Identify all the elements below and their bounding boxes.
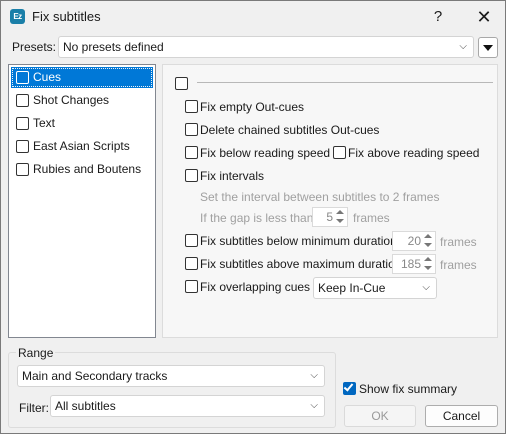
category-checkbox[interactable]: [16, 71, 29, 84]
checkmark-icon: [343, 381, 354, 392]
range-tracks-selected: Main and Secondary tracks: [22, 369, 168, 383]
presets-dropdown[interactable]: No presets defined ⌵: [58, 36, 474, 58]
ok-button[interactable]: OK: [344, 405, 416, 427]
gap-value: 5: [326, 210, 333, 224]
gap-spinbox[interactable]: 5: [312, 207, 348, 227]
cues-group-checkbox[interactable]: [175, 77, 188, 90]
min-duration-spinbox[interactable]: 20: [392, 231, 436, 251]
option-label: Fix overlapping cues: [200, 280, 311, 294]
category-label: Text: [33, 116, 56, 130]
chevron-down-icon: ⌵: [310, 370, 318, 381]
category-list: Cues Shot Changes Text East Asian Script…: [8, 64, 156, 338]
range-label: Range: [16, 346, 56, 360]
category-item-cues[interactable]: Cues: [11, 67, 153, 88]
chevron-down-icon: ⌵: [422, 282, 430, 293]
filter-selected: All subtitles: [55, 399, 116, 413]
category-label: Shot Changes: [33, 93, 110, 107]
option-fix-below-reading-speed[interactable]: Fix below reading speed: [185, 145, 330, 161]
option-label: Fix below reading speed: [200, 146, 331, 160]
group-divider: [197, 82, 493, 83]
overlap-mode-dropdown[interactable]: Keep In-Cue ⌵: [313, 277, 437, 299]
option-delete-chained-out-cues[interactable]: Delete chained subtitles Out-cues: [185, 122, 385, 138]
category-checkbox[interactable]: [16, 94, 29, 107]
triangle-down-icon: [483, 45, 493, 51]
chevron-down-icon: ⌵: [459, 41, 467, 52]
option-fix-empty-out-cues[interactable]: Fix empty Out-cues: [185, 99, 385, 115]
range-tracks-dropdown[interactable]: Main and Secondary tracks ⌵: [17, 365, 325, 387]
max-duration-unit: frames: [440, 258, 477, 272]
option-fix-below-min-duration[interactable]: Fix subtitles below minimum duration: [185, 233, 397, 249]
checkbox[interactable]: [185, 123, 198, 136]
option-label: Fix subtitles above maximum duration: [200, 257, 402, 271]
checkbox[interactable]: [185, 257, 198, 270]
option-label: Fix above reading speed: [348, 146, 480, 160]
spin-arrows-icon[interactable]: [335, 209, 346, 225]
window-title: Fix subtitles: [32, 9, 101, 24]
option-fix-above-max-duration[interactable]: Fix subtitles above maximum duration: [185, 256, 401, 272]
checkbox[interactable]: [185, 234, 198, 247]
category-item-text[interactable]: Text: [11, 113, 153, 134]
checkbox[interactable]: [185, 146, 198, 159]
presets-label: Presets:: [12, 40, 57, 54]
min-duration-unit: frames: [440, 235, 477, 249]
help-button[interactable]: ?: [423, 5, 453, 29]
option-label: Fix subtitles below minimum duration: [200, 234, 397, 248]
show-summary-label[interactable]: Show fix summary: [359, 382, 457, 396]
presets-selected: No presets defined: [63, 40, 164, 54]
option-fix-overlapping-cues[interactable]: Fix overlapping cues: [185, 279, 310, 295]
category-label: Cues: [33, 70, 62, 84]
presets-menu-button[interactable]: [478, 37, 498, 58]
max-duration-value: 185: [400, 257, 421, 271]
close-button[interactable]: ✕: [467, 5, 501, 29]
option-fix-above-reading-speed[interactable]: Fix above reading speed: [333, 145, 479, 161]
title-bar: Ez Fix subtitles ? ✕: [1, 1, 505, 31]
show-summary-checkbox[interactable]: [343, 381, 356, 395]
category-item-rubies-boutens[interactable]: Rubies and Boutens: [11, 159, 153, 180]
app-icon: Ez: [10, 9, 25, 24]
filter-label: Filter:: [19, 401, 49, 415]
option-label: Delete chained subtitles Out-cues: [200, 123, 380, 137]
option-fix-intervals[interactable]: Fix intervals: [185, 168, 285, 184]
cancel-button[interactable]: Cancel: [425, 405, 498, 427]
min-duration-value: 20: [407, 234, 421, 248]
max-duration-spinbox[interactable]: 185: [392, 254, 436, 274]
category-label: East Asian Scripts: [33, 139, 130, 153]
filter-dropdown[interactable]: All subtitles ⌵: [50, 395, 325, 417]
category-item-east-asian-scripts[interactable]: East Asian Scripts: [11, 136, 153, 157]
gap-label: If the gap is less than: [200, 211, 314, 225]
category-label: Rubies and Boutens: [33, 162, 142, 176]
checkbox[interactable]: [185, 169, 198, 182]
overlap-mode-selected: Keep In-Cue: [318, 281, 386, 295]
category-item-shot-changes[interactable]: Shot Changes: [11, 90, 153, 111]
checkbox[interactable]: [185, 280, 198, 293]
checkbox[interactable]: [185, 100, 198, 113]
category-checkbox[interactable]: [16, 140, 29, 153]
category-checkbox[interactable]: [16, 163, 29, 176]
checkbox[interactable]: [333, 146, 346, 159]
spin-arrows-icon[interactable]: [423, 256, 434, 272]
spin-arrows-icon[interactable]: [423, 233, 434, 249]
option-label: Fix intervals: [200, 169, 265, 183]
chevron-down-icon: ⌵: [310, 400, 318, 411]
interval-description: Set the interval between subtitles to 2 …: [200, 190, 440, 204]
category-checkbox[interactable]: [16, 117, 29, 130]
option-label: Fix empty Out-cues: [200, 100, 305, 114]
gap-unit: frames: [353, 211, 390, 225]
